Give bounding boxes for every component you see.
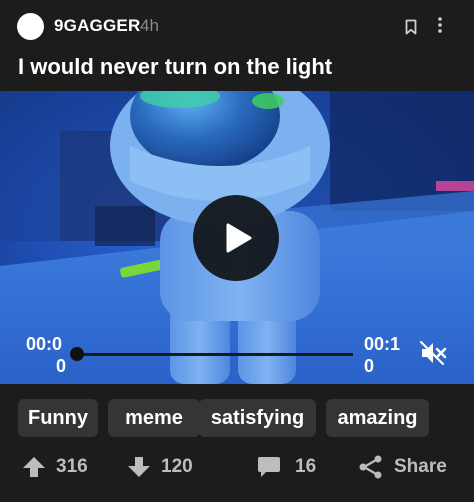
upvote-button[interactable]: 316 <box>22 448 88 486</box>
video-player[interactable]: 00:0 0 00:1 0 <box>0 91 474 384</box>
post-actions: 316 120 16 Share <box>0 448 474 488</box>
tag-chip[interactable]: amazing <box>326 399 429 437</box>
upvote-arrow-icon <box>23 457 45 477</box>
downvote-arrow-icon <box>128 457 150 477</box>
bookmark-icon[interactable] <box>404 19 418 35</box>
post-header: 9GAGGER 4h <box>0 0 474 50</box>
mute-icon[interactable] <box>419 340 447 366</box>
tag-chip[interactable]: meme <box>108 399 200 437</box>
total-time-line-2: 0 <box>364 356 375 376</box>
avatar[interactable] <box>17 13 44 40</box>
total-time-line-1: 00:1 <box>364 334 401 354</box>
tag-chip[interactable]: satisfying <box>199 399 316 437</box>
current-time-line-1: 00:0 <box>26 334 63 354</box>
comment-icon <box>258 457 280 477</box>
play-icon <box>226 223 252 253</box>
play-button[interactable] <box>193 195 279 281</box>
total-time: 00:1 0 <box>364 333 404 377</box>
share-icon <box>359 455 382 479</box>
post-card: 9GAGGER 4h I would never turn on the lig… <box>0 0 474 502</box>
current-time: 00:0 0 <box>26 333 66 377</box>
tag-chip[interactable]: Funny <box>18 399 98 437</box>
progress-scrubber[interactable] <box>70 347 84 361</box>
downvote-button[interactable]: 120 <box>127 448 193 486</box>
current-time-line-2: 0 <box>56 356 67 376</box>
post-time: 4h <box>140 16 159 35</box>
downvote-count: 120 <box>161 456 193 477</box>
comment-count: 16 <box>295 456 317 477</box>
share-button[interactable]: Share <box>358 448 447 486</box>
comment-button[interactable]: 16 <box>257 448 316 486</box>
progress-bar[interactable] <box>77 353 353 356</box>
username[interactable]: 9GAGGER <box>54 16 140 36</box>
more-vertical-icon[interactable] <box>433 15 447 35</box>
upvote-count: 316 <box>56 456 88 477</box>
share-label: Share <box>394 456 447 477</box>
post-title[interactable]: I would never turn on the light <box>18 54 332 80</box>
